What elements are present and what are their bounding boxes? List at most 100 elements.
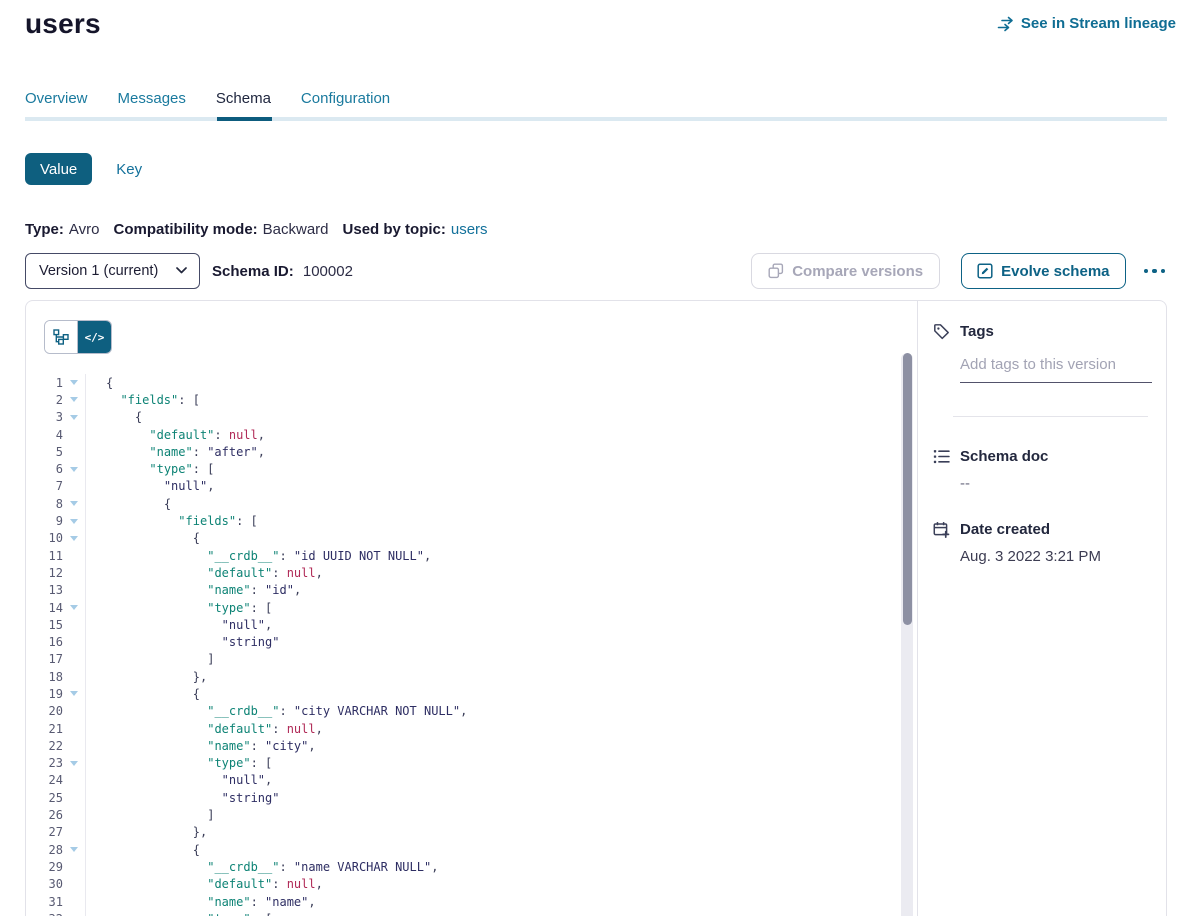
code-line: 26] — [26, 806, 901, 823]
code-text: ] — [85, 651, 901, 668]
token-s: "name VARCHAR NULL" — [294, 860, 431, 874]
line-number: 22 — [26, 739, 63, 753]
add-tags-input[interactable] — [960, 352, 1152, 383]
fold-arrow-icon[interactable] — [63, 761, 85, 766]
token-k: "default" — [149, 428, 214, 442]
token-n: null — [229, 428, 258, 442]
token-p: : [ — [193, 462, 215, 476]
code-view-button[interactable]: </> — [78, 321, 111, 353]
token-k: "type" — [149, 462, 192, 476]
compare-versions-button[interactable]: Compare versions — [751, 253, 940, 289]
evolve-schema-button[interactable]: Evolve schema — [961, 253, 1125, 289]
code-line: 2"fields": [ — [26, 391, 901, 408]
tab-schema[interactable]: Schema — [216, 90, 271, 107]
code-line: 6"type": [ — [26, 460, 901, 477]
token-p: : — [272, 566, 286, 580]
topic-link[interactable]: users — [451, 221, 488, 238]
token-p: , — [308, 739, 315, 753]
schema-editor: </> 1{2"fields": [3{4"default": null,5"n… — [26, 301, 917, 916]
code-text: "fields": [ — [85, 512, 901, 529]
token-p: : — [279, 704, 293, 718]
schema-id-value: 100002 — [303, 263, 353, 280]
tab-messages[interactable]: Messages — [118, 90, 186, 107]
line-number: 14 — [26, 601, 63, 615]
code-editor-content[interactable]: 1{2"fields": [3{4"default": null,5"name"… — [26, 353, 901, 916]
token-p: , — [308, 895, 315, 909]
date-created-section-header: Date created — [933, 521, 1152, 538]
line-number: 27 — [26, 825, 63, 839]
line-number: 18 — [26, 670, 63, 684]
token-k: "default" — [207, 877, 272, 891]
token-p: : [ — [251, 756, 273, 770]
code-line: 17] — [26, 651, 901, 668]
code-text: { — [85, 685, 901, 702]
code-text: ] — [85, 806, 901, 823]
code-line: 1{ — [26, 374, 901, 391]
tab-overview[interactable]: Overview — [25, 90, 88, 107]
tags-title: Tags — [960, 323, 994, 340]
code-line: 28{ — [26, 841, 901, 858]
code-text: "name": "id", — [85, 582, 901, 599]
code-line: 8{ — [26, 495, 901, 512]
code-text: "type": [ — [85, 460, 901, 477]
editor-view-toggle: </> — [44, 320, 112, 354]
line-number: 7 — [26, 479, 63, 493]
line-number: 3 — [26, 410, 63, 424]
token-p: : — [193, 445, 207, 459]
key-toggle-button[interactable]: Key — [116, 161, 142, 178]
sidebar-divider — [953, 416, 1148, 417]
token-p: : [ — [178, 393, 200, 407]
token-k: "fields" — [120, 393, 178, 407]
value-toggle-button[interactable]: Value — [25, 153, 92, 185]
code-line: 13"name": "id", — [26, 582, 901, 599]
code-text: "null", — [85, 772, 901, 789]
page-title: users — [25, 8, 101, 40]
fold-arrow-icon[interactable] — [63, 691, 85, 696]
token-p: : — [272, 722, 286, 736]
code-line: 27}, — [26, 824, 901, 841]
fold-arrow-icon[interactable] — [63, 847, 85, 852]
code-text: "fields": [ — [85, 391, 901, 408]
schema-page: users See in Stream lineage Overview Mes… — [0, 0, 1189, 916]
line-number: 4 — [26, 428, 63, 442]
code-line: 15"null", — [26, 616, 901, 633]
fold-arrow-icon[interactable] — [63, 605, 85, 610]
token-s: "id UUID NOT NULL" — [294, 549, 424, 563]
line-number: 19 — [26, 687, 63, 701]
token-p: , — [431, 860, 438, 874]
evolve-schema-label: Evolve schema — [1001, 263, 1109, 280]
fold-arrow-icon[interactable] — [63, 415, 85, 420]
code-line: 11"__crdb__": "id UUID NOT NULL", — [26, 547, 901, 564]
fold-arrow-icon[interactable] — [63, 380, 85, 385]
editor-scrollbar-thumb[interactable] — [903, 353, 912, 625]
token-k: "__crdb__" — [207, 549, 279, 563]
token-p: , — [460, 704, 467, 718]
fold-arrow-icon[interactable] — [63, 519, 85, 524]
code-text: "default": null, — [85, 426, 901, 443]
code-line: 14"type": [ — [26, 599, 901, 616]
fold-arrow-icon[interactable] — [63, 536, 85, 541]
line-number: 26 — [26, 808, 63, 822]
line-number: 15 — [26, 618, 63, 632]
token-p: { — [193, 687, 200, 701]
see-in-stream-lineage-link[interactable]: See in Stream lineage — [997, 15, 1176, 32]
more-actions-button[interactable] — [1142, 265, 1168, 278]
fold-arrow-icon[interactable] — [63, 467, 85, 472]
line-number: 1 — [26, 376, 63, 390]
token-p: , — [258, 428, 265, 442]
code-text: "string" — [85, 789, 901, 806]
token-p: : [ — [236, 514, 258, 528]
code-text: "name": "city", — [85, 737, 901, 754]
tree-view-button[interactable] — [45, 321, 78, 353]
version-select-value: Version 1 (current) — [39, 263, 158, 279]
line-number: 12 — [26, 566, 63, 580]
token-k: "name" — [207, 583, 250, 597]
meta-type: Type: Avro — [25, 221, 99, 238]
version-select[interactable]: Version 1 (current) — [25, 253, 200, 289]
code-text: "type": [ — [85, 910, 901, 916]
editor-scrollbar-track[interactable] — [901, 353, 913, 916]
tab-configuration[interactable]: Configuration — [301, 90, 390, 107]
fold-arrow-icon[interactable] — [63, 397, 85, 402]
line-number: 24 — [26, 773, 63, 787]
fold-arrow-icon[interactable] — [63, 501, 85, 506]
